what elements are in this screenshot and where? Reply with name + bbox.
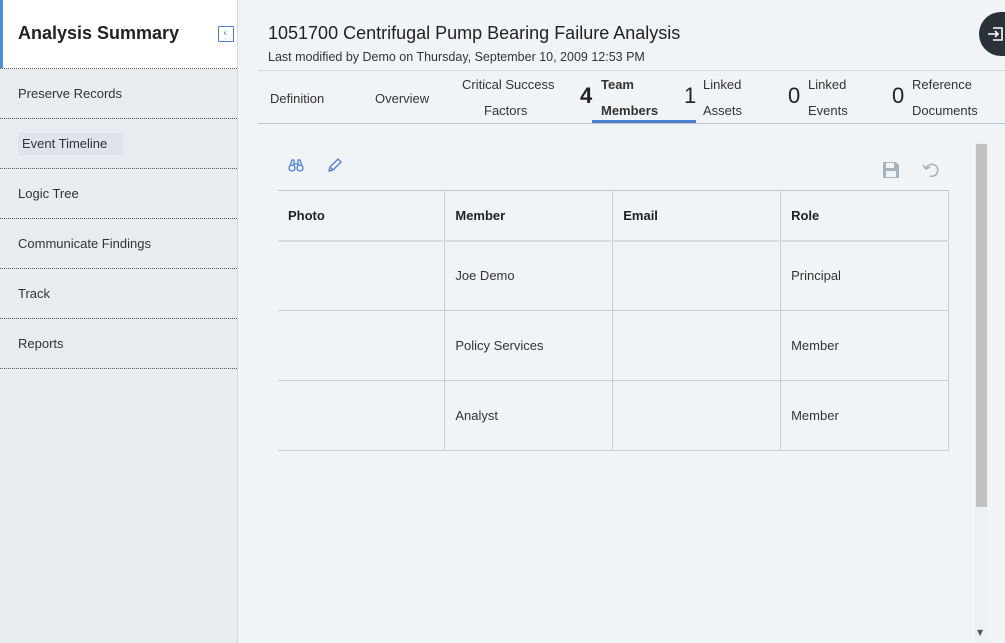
sidebar-item-label: Reports <box>18 336 64 351</box>
tab-label-line1: Critical Success <box>462 77 555 92</box>
tab-label-line1: Linked <box>808 77 847 92</box>
sidebar-title: Analysis Summary <box>18 23 180 43</box>
column-header-member[interactable]: Member <box>444 190 614 242</box>
tab-label-line2: Factors <box>484 103 528 118</box>
team-members-table: Photo Member Email Role Joe Demo Princip… <box>278 190 949 451</box>
save-icon[interactable] <box>882 161 900 183</box>
tab-label-line2: Members <box>601 103 659 118</box>
member-cell: Joe Demo <box>444 240 614 311</box>
tab-label-line2: Events <box>808 103 848 118</box>
sign-in-icon <box>988 27 1003 41</box>
tab-linked-assets[interactable]: 1 Linked Assets <box>684 71 784 124</box>
last-modified-text: Last modified by Demo on Thursday, Septe… <box>268 50 645 64</box>
email-cell <box>612 310 782 381</box>
tab-label-line2: Assets <box>703 103 743 118</box>
tab-label: Overview <box>375 91 430 106</box>
role-cell: Member <box>780 310 949 381</box>
sidebar-item-preserve-records[interactable]: Preserve Records <box>0 69 237 119</box>
table-header-row: Photo Member Email Role <box>278 190 949 242</box>
tab-bar: Definition Overview Critical Success Fac… <box>258 70 1005 124</box>
tab-overview[interactable]: Overview <box>375 71 455 124</box>
tab-label-line2: Documents <box>912 103 978 118</box>
photo-cell <box>278 240 446 311</box>
tab-reference-documents[interactable]: 0 Reference Documents <box>892 71 1004 124</box>
sidebar-item-label: Logic Tree <box>18 186 79 201</box>
tab-label-line1: Linked <box>703 77 742 92</box>
undo-icon[interactable] <box>922 161 940 183</box>
collapse-sidebar-button[interactable]: ‹ <box>218 26 234 42</box>
email-cell <box>612 240 782 311</box>
table-row[interactable]: Joe Demo Principal <box>278 240 949 311</box>
email-cell <box>612 380 782 451</box>
active-tab-indicator <box>592 120 696 123</box>
tab-count: 0 <box>788 83 801 108</box>
sidebar-item-label: Event Timeline <box>18 133 124 155</box>
main-content: 1051700 Centrifugal Pump Bearing Failure… <box>238 0 1005 643</box>
chevron-left-icon: ‹ <box>223 28 227 39</box>
table-row[interactable]: Policy Services Member <box>278 310 949 381</box>
sidebar-item-event-timeline[interactable]: Event Timeline <box>0 119 237 169</box>
binoculars-icon[interactable] <box>288 157 304 177</box>
table-row[interactable]: Analyst Member <box>278 380 949 451</box>
sidebar-header: Analysis Summary ‹ <box>0 0 237 69</box>
column-header-photo[interactable]: Photo <box>278 190 446 242</box>
role-cell: Principal <box>780 240 949 311</box>
photo-cell <box>278 310 446 381</box>
member-cell: Policy Services <box>444 310 614 381</box>
sidebar-item-communicate-findings[interactable]: Communicate Findings <box>0 219 237 269</box>
sidebar-item-label: Preserve Records <box>18 86 123 101</box>
role-cell: Member <box>780 380 949 451</box>
sidebar-item-logic-tree[interactable]: Logic Tree <box>0 169 237 219</box>
member-cell: Analyst <box>444 380 614 451</box>
scrollbar-thumb[interactable] <box>976 144 987 507</box>
vertical-scrollbar[interactable]: ▼ <box>975 140 988 643</box>
tab-linked-events[interactable]: 0 Linked Events <box>788 71 888 124</box>
sidebar: Analysis Summary ‹ Preserve Records Even… <box>0 0 238 643</box>
tab-definition[interactable]: Definition <box>270 71 360 124</box>
tab-count: 0 <box>892 83 905 108</box>
column-header-role[interactable]: Role <box>780 190 949 242</box>
tab-critical-success-factors[interactable]: Critical Success Factors <box>462 71 582 124</box>
photo-cell <box>278 380 446 451</box>
sidebar-item-track[interactable]: Track <box>0 269 237 319</box>
tab-label: Definition <box>270 91 325 106</box>
tab-label-line1: Team <box>601 77 634 92</box>
page-title: 1051700 Centrifugal Pump Bearing Failure… <box>268 23 681 43</box>
tab-count: 4 <box>580 83 593 108</box>
sidebar-item-reports[interactable]: Reports <box>0 319 237 369</box>
sidebar-item-label: Communicate Findings <box>18 236 151 251</box>
sidebar-item-label: Track <box>18 286 51 301</box>
tab-team-members[interactable]: 4 Team Members <box>578 71 678 124</box>
scroll-down-arrow-icon[interactable]: ▼ <box>977 628 983 637</box>
tab-count: 1 <box>684 83 697 108</box>
tab-label-line1: Reference <box>912 77 972 92</box>
column-header-email[interactable]: Email <box>612 190 782 242</box>
pencil-icon[interactable] <box>327 157 343 177</box>
